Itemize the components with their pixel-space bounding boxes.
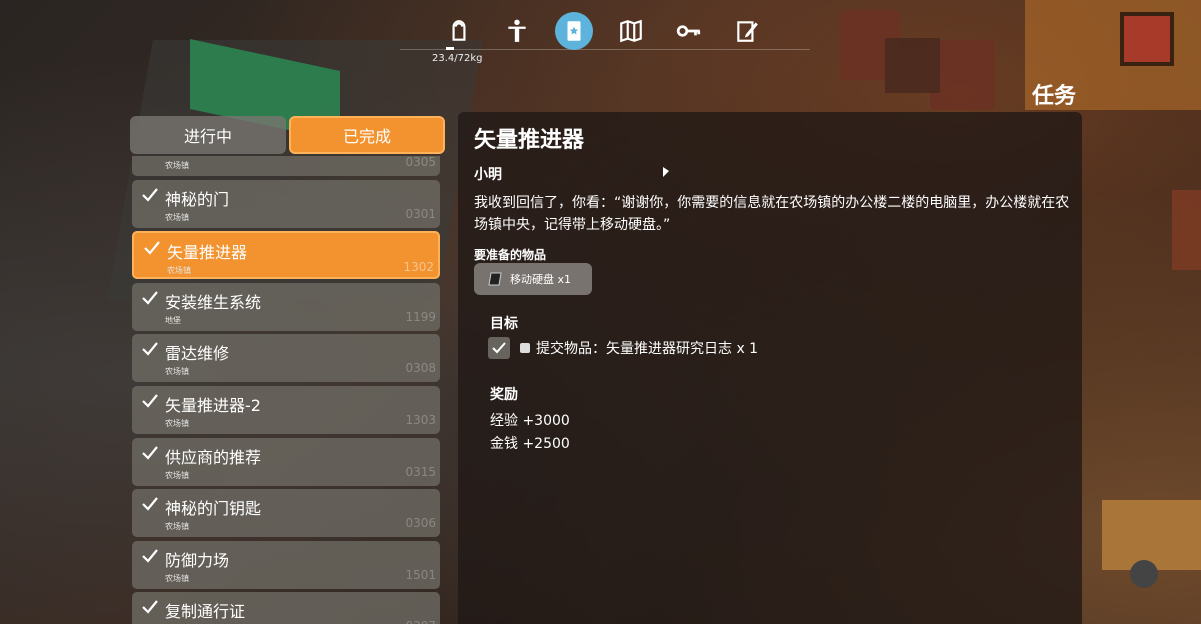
quest-id: 1303: [405, 413, 436, 427]
quest-item[interactable]: 矢量推进器-2 农场镇 1303: [132, 386, 440, 434]
goal-item-icon: [520, 343, 530, 353]
quest-item[interactable]: 供应商的推荐农场镇 0315: [132, 437, 440, 486]
quest-id: 1501: [405, 567, 436, 582]
quest-location: 农场镇: [165, 522, 189, 532]
person-icon[interactable]: [498, 12, 536, 50]
quest-name: 安装维生系统: [165, 292, 262, 312]
notes-icon[interactable]: [728, 12, 766, 50]
hard-drive-icon: [488, 272, 502, 286]
quest-id: 0305: [405, 156, 436, 169]
quest-id: 1302: [403, 260, 434, 275]
quest-name: 供应商的推荐: [165, 447, 262, 467]
quest-location: 农场镇: [165, 573, 189, 583]
scene-sofa: [1172, 190, 1201, 270]
goal-label: 目标: [490, 316, 518, 332]
quest-detail-panel: 矢量推进器 小明 我收到回信了，你看：“谢谢你，你需要的信息就在农场镇的办公楼二…: [458, 112, 1082, 624]
goal-row: 提交物品：矢量推进器研究日志 x 1: [488, 336, 758, 360]
quest-item[interactable]: 神秘的门钥匙农场镇 0306: [132, 489, 440, 538]
backpack-icon[interactable]: [440, 12, 478, 50]
quest-name: 神秘的门钥匙: [165, 499, 262, 519]
page-title: 任务: [1032, 84, 1077, 109]
check-icon: [142, 497, 158, 511]
quest-id: 1199: [405, 309, 436, 324]
scene-picture-frame: [1120, 12, 1174, 66]
quest-name: 复制通行证: [165, 602, 246, 622]
key-icon[interactable]: [670, 12, 708, 50]
quest-location: 农场镇: [165, 419, 189, 428]
goal-check-icon: [488, 337, 510, 359]
quest-name: 矢量推进器-2: [165, 396, 261, 415]
check-icon: [142, 394, 158, 408]
quest-name: 矢量推进器: [167, 243, 248, 263]
quest-list[interactable]: 农场镇 0305 神秘的门 农场镇 0301 矢量推进器 农场镇 1302 安装维生系统 地堡 11…: [130, 156, 442, 624]
quest-name: 神秘的门: [165, 189, 230, 209]
quest-location: 农场镇: [165, 212, 189, 222]
quest-id: 0308: [405, 361, 436, 376]
check-icon: [142, 187, 158, 202]
reward-money: 金钱 +2500: [490, 436, 570, 452]
scene-stool: [1130, 560, 1158, 588]
reward-exp: 经验 +3000: [490, 413, 570, 429]
scene-table: [885, 38, 940, 93]
scene-sofa: [930, 40, 995, 110]
quest-location: 地堡: [165, 315, 181, 325]
quest-location: 农场镇: [165, 367, 189, 377]
check-icon: [142, 600, 158, 615]
tab-completed[interactable]: 已完成: [289, 116, 445, 154]
quest-location: 农场镇: [165, 470, 189, 480]
quest-item[interactable]: 安装维生系统地堡 1199: [132, 282, 440, 331]
map-icon[interactable]: [612, 12, 650, 50]
check-icon: [142, 342, 158, 357]
quest-item[interactable]: 复制通行证 0307: [132, 592, 440, 624]
tab-ongoing[interactable]: 进行中: [130, 116, 286, 154]
weight-label: 23.4/72kg: [432, 53, 483, 64]
weight-bar: [446, 47, 454, 50]
check-icon: [144, 241, 160, 255]
mouse-cursor-icon: [663, 167, 669, 177]
required-item-label: 移动硬盘 x1: [510, 273, 572, 286]
scene-desk: [1102, 500, 1201, 570]
quest-id: 0307: [405, 619, 436, 624]
check-icon: [142, 291, 158, 305]
quest-speaker: 小明: [474, 167, 502, 183]
required-item[interactable]: 移动硬盘 x1: [474, 263, 592, 295]
top-nav: [440, 12, 780, 52]
quest-item[interactable]: 神秘的门农场镇 0301: [132, 179, 440, 228]
quest-description: 我收到回信了，你看：“谢谢你，你需要的信息就在农场镇的办公楼二楼的电脑里，办公楼…: [474, 195, 1070, 233]
quest-id: 0306: [405, 516, 436, 531]
quest-location: 农场镇: [165, 161, 189, 170]
quest-id: 0315: [405, 464, 436, 479]
quest-location: 农场镇: [167, 266, 191, 276]
quest-icon[interactable]: [555, 12, 593, 50]
scene-sofa: [840, 10, 900, 80]
quest-item[interactable]: 农场镇 0305: [132, 156, 440, 176]
quest-item[interactable]: 雷达维修农场镇 0308: [132, 334, 440, 383]
quest-name: 雷达维修: [165, 344, 230, 364]
quest-item[interactable]: 防御力场农场镇 1501: [132, 540, 440, 589]
quest-title: 矢量推进器: [474, 128, 585, 153]
goal-text: 提交物品：矢量推进器研究日志 x 1: [536, 341, 759, 357]
required-items-label: 要准备的物品: [474, 248, 547, 262]
quest-item[interactable]: 矢量推进器农场镇 1302: [132, 231, 440, 280]
check-icon: [142, 445, 158, 460]
quest-name: 防御力场: [165, 550, 230, 570]
check-icon: [142, 549, 158, 563]
reward-label: 奖励: [490, 387, 518, 403]
quest-id: 0301: [405, 206, 436, 221]
